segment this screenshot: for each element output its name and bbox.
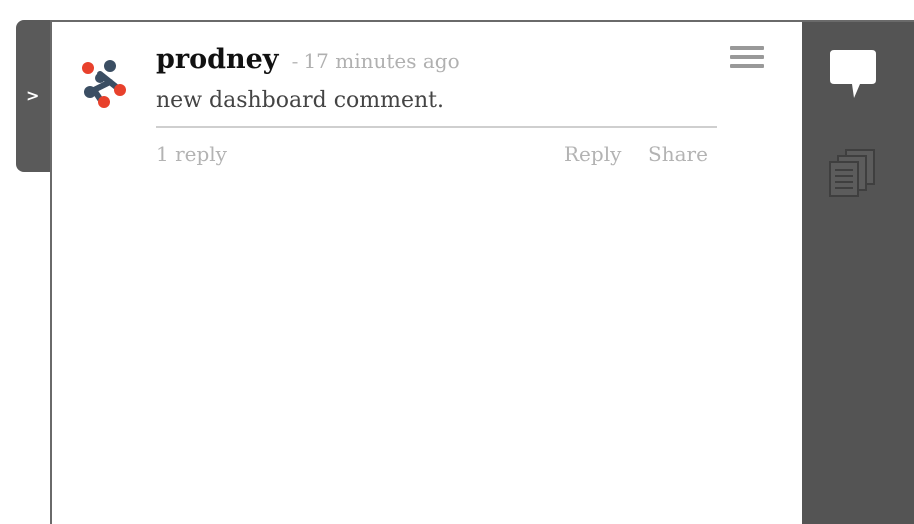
comments-panel: prodney - 17 minutes ago new dashboard c… [50,20,802,524]
menu-bar [730,64,764,68]
share-link[interactable]: Share [648,142,708,166]
molecule-avatar-icon[interactable] [76,56,132,112]
comment-author[interactable]: prodney [156,44,279,75]
menu-bar [730,46,764,50]
replies-count-link[interactable]: 1 reply [156,142,227,166]
right-sidebar [802,20,914,524]
reply-link[interactable]: Reply [564,142,621,166]
chevron-right-icon: > [26,86,40,105]
hamburger-menu-icon[interactable] [730,46,766,72]
chat-bubble-icon[interactable] [826,48,880,102]
header-separator: - [291,49,299,73]
collapse-tab[interactable]: > [16,20,52,172]
comments-widget: > prodney - 17 minutes ago new dashboard… [0,0,914,524]
documents-icon[interactable] [826,146,880,200]
comment-divider [156,126,717,128]
menu-bar [730,55,764,59]
comment-body: new dashboard comment. [156,88,445,113]
comment-timestamp[interactable]: 17 minutes ago [303,49,459,73]
comment-header: prodney - 17 minutes ago [156,44,460,75]
